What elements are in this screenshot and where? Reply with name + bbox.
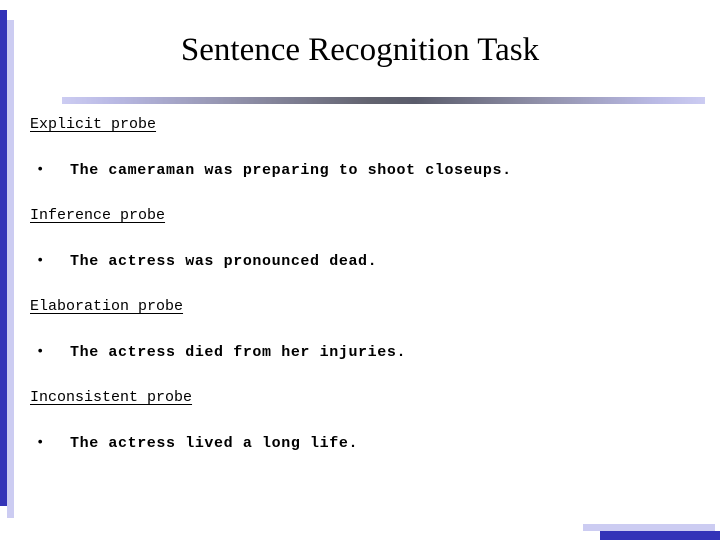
probe-section: Explicit probe • The cameraman was prepa… [0, 112, 720, 183]
section-heading-inference: Inference probe [0, 203, 720, 229]
bullet-icon: • [36, 162, 45, 178]
list-item-label: The cameraman was preparing to shoot clo… [70, 162, 512, 179]
list-item-label: The actress lived a long life. [70, 435, 359, 452]
list-item-label: The actress was pronounced dead. [70, 253, 378, 270]
section-heading-label: Elaboration probe [30, 298, 184, 315]
probe-section: Elaboration probe • The actress died fro… [0, 294, 720, 365]
section-heading-label: Inference probe [30, 207, 166, 224]
footer-accent-bar-light [583, 524, 715, 531]
list-item: • The actress lived a long life. [0, 430, 720, 456]
section-heading-explicit: Explicit probe [0, 112, 720, 138]
title-divider-rule [62, 97, 705, 104]
footer-accent-bar-dark [600, 531, 720, 540]
list-item: • The cameraman was preparing to shoot c… [0, 157, 720, 183]
list-item: • The actress was pronounced dead. [0, 248, 720, 274]
slide-canvas: Sentence Recognition Task Explicit probe… [0, 0, 720, 540]
section-heading-inconsistent: Inconsistent probe [0, 385, 720, 411]
slide-body: Explicit probe • The cameraman was prepa… [0, 112, 720, 456]
section-heading-elaboration: Elaboration probe [0, 294, 720, 320]
section-heading-label: Inconsistent probe [30, 389, 193, 406]
list-item-label: The actress died from her injuries. [70, 344, 407, 361]
bullet-icon: • [36, 253, 45, 269]
probe-section: Inconsistent probe • The actress lived a… [0, 385, 720, 456]
probe-section: Inference probe • The actress was pronou… [0, 203, 720, 274]
bullet-icon: • [36, 435, 45, 451]
section-heading-label: Explicit probe [30, 116, 157, 133]
list-item: • The actress died from her injuries. [0, 339, 720, 365]
bullet-icon: • [36, 344, 45, 360]
page-title: Sentence Recognition Task [180, 32, 540, 68]
